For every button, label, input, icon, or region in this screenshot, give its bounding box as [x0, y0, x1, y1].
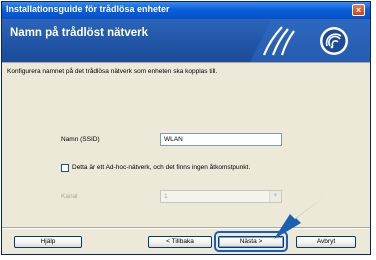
title-bar[interactable]: Installationsguide för trådlösa enheter …	[2, 2, 370, 19]
channel-label: Kanal	[61, 193, 78, 200]
window-title: Installationsguide för trådlösa enheter	[6, 4, 170, 14]
wireless-signal-icon	[250, 19, 370, 62]
adhoc-label[interactable]: Detta är ett Ad-hoc-nätverk, och det fin…	[72, 164, 250, 171]
ssid-label: Namn (SSID)	[61, 136, 100, 143]
close-button[interactable]: ×	[352, 4, 365, 16]
header-divider	[2, 62, 370, 63]
close-icon: ×	[355, 5, 362, 15]
header-banner: Namn på trådlöst nätverk	[2, 19, 370, 62]
ssid-input[interactable]: WLAN	[160, 133, 282, 146]
help-button[interactable]: Hjälp	[14, 236, 82, 248]
page-title: Namn på trådlöst nätverk	[10, 27, 149, 39]
channel-select: 1 ▼	[160, 190, 282, 203]
wizard-window: Installationsguide för trådlösa enheter …	[1, 1, 371, 255]
description-text: Konfigurera namnet på det trådlösa nätve…	[7, 68, 218, 75]
channel-value: 1	[164, 193, 168, 200]
pointer-arrow-icon	[274, 196, 325, 239]
adhoc-checkbox[interactable]	[61, 164, 69, 172]
back-button[interactable]: < Tillbaka	[148, 236, 212, 248]
